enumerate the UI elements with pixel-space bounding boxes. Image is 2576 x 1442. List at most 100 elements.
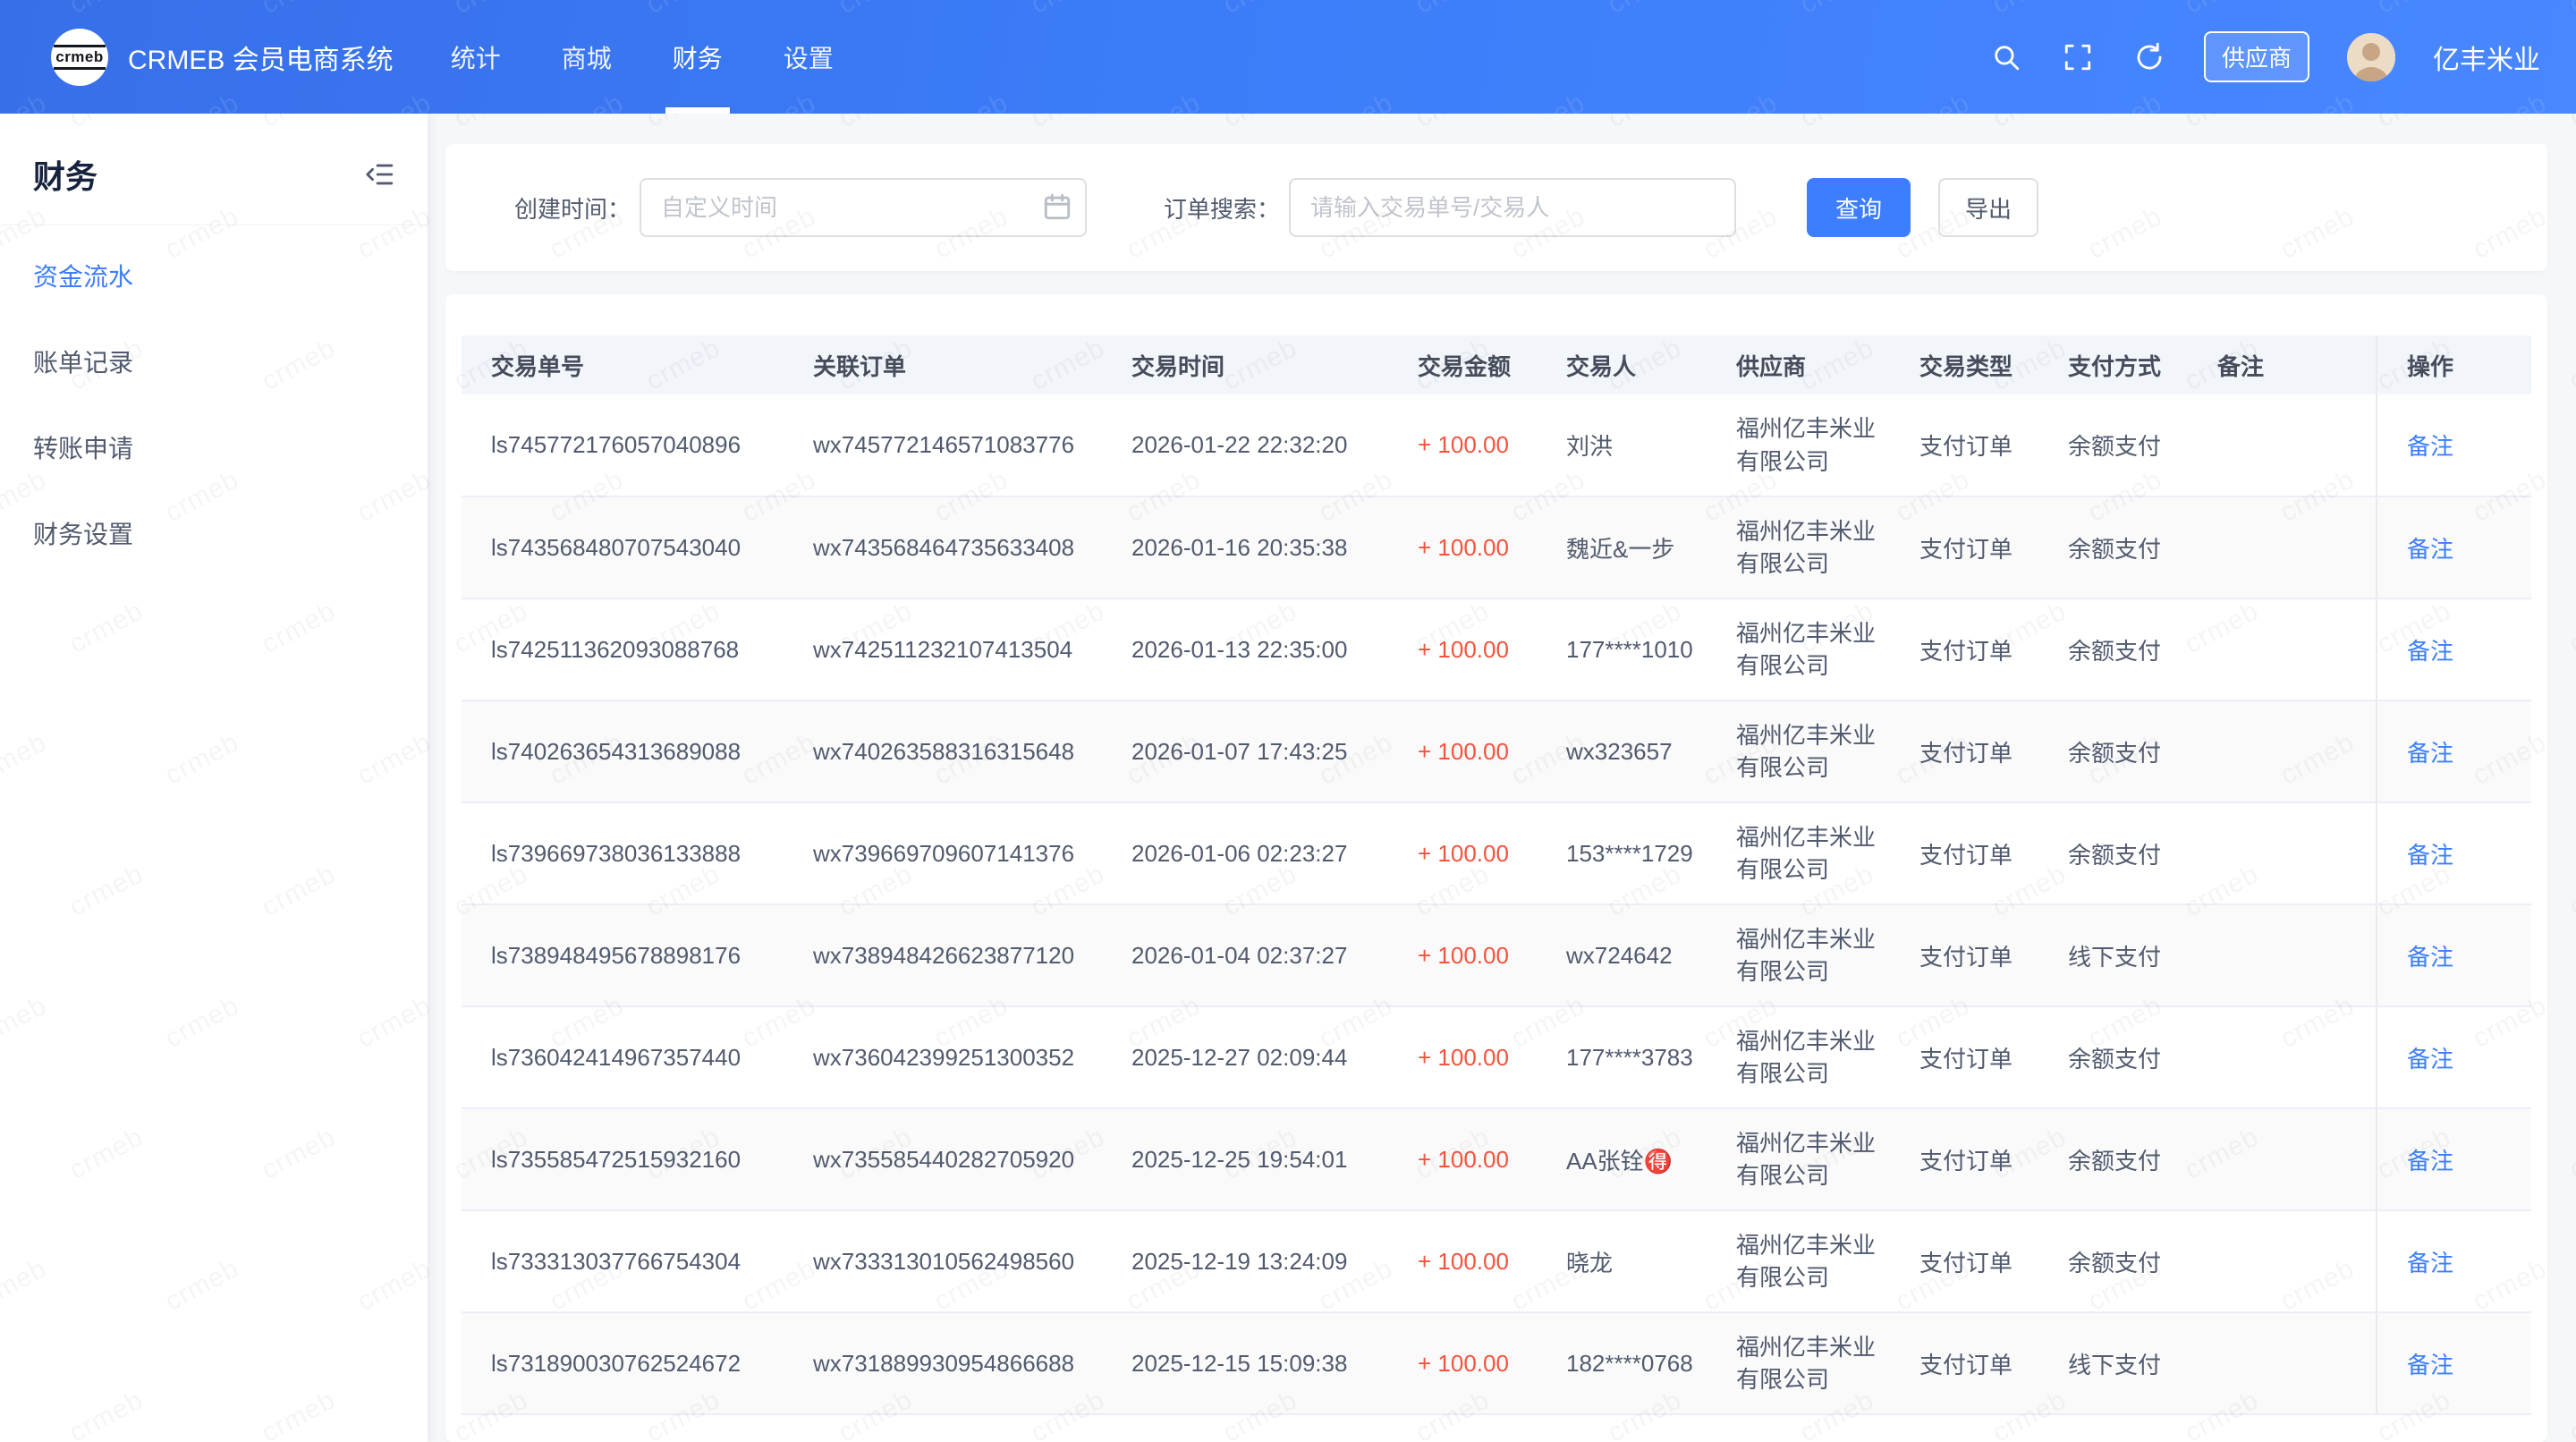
cell-type: 支付订单 [1890,1108,2038,1210]
cell-type: 支付订单 [1890,802,2038,904]
cell-payment-method: 余额支付 [2038,1108,2188,1210]
remark-link[interactable]: 备注 [2407,1352,2453,1378]
cell-trader: 182****0768 [1537,1312,1707,1414]
column-related-order: 关联订单 [784,335,1102,394]
cell-supplier: 福州亿丰米业有限公司 [1707,1108,1890,1210]
sidebar-item-finance-settings[interactable]: 财务设置 [0,490,428,576]
cell-amount: + 100.00 [1388,700,1537,802]
cell-transaction-id: ls738948495678898176 [462,904,784,1006]
tab-statistics[interactable]: 统计 [420,0,531,114]
cell-supplier: 福州亿丰米业有限公司 [1707,598,1890,700]
cell-payment-method: 余额支付 [2038,802,2188,904]
remark-link[interactable]: 备注 [2407,740,2453,767]
cell-trader: wx724642 [1537,904,1707,1006]
cell-supplier: 福州亿丰米业有限公司 [1707,496,1890,598]
cell-related-order: wx740263588316315648 [784,700,1102,802]
cell-trader: 晓龙 [1537,1210,1707,1312]
cell-type: 支付订单 [1890,700,2038,802]
tab-settings[interactable]: 设置 [753,0,864,114]
cell-amount: + 100.00 [1388,394,1537,496]
cell-related-order: wx745772146571083776 [784,394,1102,496]
remark-link[interactable]: 备注 [2407,944,2453,971]
remark-link[interactable]: 备注 [2407,1250,2453,1277]
fullscreen-icon[interactable] [2061,40,2095,74]
cell-supplier: 福州亿丰米业有限公司 [1707,700,1890,802]
sidebar-item-transfer-requests[interactable]: 转账申请 [0,404,428,490]
refresh-icon[interactable] [2132,40,2166,74]
cell-trader: 177****3783 [1537,1006,1707,1108]
column-type: 交易类型 [1890,335,2038,394]
remark-link[interactable]: 备注 [2407,638,2453,665]
cell-transaction-id: ls740263654313689088 [462,700,784,802]
column-payment-method: 支付方式 [2038,335,2188,394]
cell-type: 支付订单 [1890,1006,2038,1108]
column-transaction-id: 交易单号 [462,335,784,394]
cell-actions: 备注 [2377,802,2531,904]
cell-remark [2188,1006,2377,1108]
table-row: ls743568480707543040 wx74356846473563340… [462,496,2531,598]
cell-remark [2188,598,2377,700]
cell-supplier: 福州亿丰米业有限公司 [1707,904,1890,1006]
tab-finance[interactable]: 财务 [642,0,753,114]
cell-payment-method: 余额支付 [2038,1006,2188,1108]
cell-transaction-id: ls743568480707543040 [462,496,784,598]
cell-trader: AA张铨🉐 [1537,1108,1707,1210]
create-time-input[interactable] [640,178,1087,237]
cell-amount: + 100.00 [1388,1108,1537,1210]
remark-link[interactable]: 备注 [2407,842,2453,869]
cell-transaction-time: 2025-12-19 13:24:09 [1102,1210,1388,1312]
remark-link[interactable]: 备注 [2407,1046,2453,1073]
cell-transaction-time: 2026-01-22 22:32:20 [1102,394,1388,496]
avatar[interactable] [2347,33,2395,81]
collapse-sidebar-icon[interactable] [365,159,395,190]
sidebar-item-funds-flow[interactable]: 资金流水 [0,233,428,318]
order-search-input[interactable] [1289,178,1736,237]
navbar-actions: 供应商 亿丰米业 [1989,31,2540,82]
table-row: ls739669738036133888 wx73966970960714137… [462,802,2531,904]
table-row: ls735585472515932160 wx73558544028270592… [462,1108,2531,1210]
export-button[interactable]: 导出 [1938,178,2038,237]
logo-text: crmeb [54,45,106,70]
transactions-table: 交易单号 关联订单 交易时间 交易金额 交易人 供应商 交易类型 支付方式 备注… [462,335,2531,1415]
sidebar-item-bill-records[interactable]: 账单记录 [0,318,428,404]
remark-link[interactable]: 备注 [2407,433,2453,460]
sidebar-title: 财务 [33,151,97,198]
table-row: ls731890030762524672 wx73188993095486668… [462,1312,2531,1414]
sidebar-header: 财务 [0,114,428,225]
cell-actions: 备注 [2377,598,2531,700]
tab-mall[interactable]: 商城 [531,0,642,114]
cell-amount: + 100.00 [1388,1006,1537,1108]
column-trader: 交易人 [1537,335,1707,394]
cell-transaction-id: ls733313037766754304 [462,1210,784,1312]
cell-remark [2188,802,2377,904]
cell-related-order: wx742511232107413504 [784,598,1102,700]
remark-link[interactable]: 备注 [2407,536,2453,563]
app-title: CRMEB 会员电商系统 [128,38,394,77]
cell-type: 支付订单 [1890,904,2038,1006]
cell-trader: 153****1729 [1537,802,1707,904]
cell-remark [2188,904,2377,1006]
cell-remark [2188,1312,2377,1414]
cell-trader: 魏近&一步 [1537,496,1707,598]
column-amount: 交易金额 [1388,335,1537,394]
cell-transaction-time: 2026-01-16 20:35:38 [1102,496,1388,598]
cell-transaction-id: ls742511362093088768 [462,598,784,700]
cell-transaction-id: ls736042414967357440 [462,1006,784,1108]
table-row: ls745772176057040896 wx74577214657108377… [462,394,2531,496]
search-icon[interactable] [1989,40,2023,74]
cell-transaction-time: 2026-01-06 02:23:27 [1102,802,1388,904]
cell-related-order: wx731889930954866688 [784,1312,1102,1414]
cell-trader: 刘洪 [1537,394,1707,496]
top-navbar: crmebcrmebcrmebcrmebcrmebcrmebcrmebcrmeb… [0,0,2576,114]
column-actions: 操作 [2377,335,2531,394]
column-remark: 备注 [2188,335,2377,394]
transactions-card: 交易单号 关联订单 交易时间 交易金额 交易人 供应商 交易类型 支付方式 备注… [445,294,2547,1442]
supplier-badge[interactable]: 供应商 [2204,31,2309,82]
cell-related-order: wx736042399251300352 [784,1006,1102,1108]
username[interactable]: 亿丰米业 [2433,38,2540,77]
cell-payment-method: 线下支付 [2038,904,2188,1006]
query-button[interactable]: 查询 [1807,178,1911,237]
cell-remark [2188,496,2377,598]
brand: crmeb CRMEB 会员电商系统 [51,29,394,86]
remark-link[interactable]: 备注 [2407,1148,2453,1175]
